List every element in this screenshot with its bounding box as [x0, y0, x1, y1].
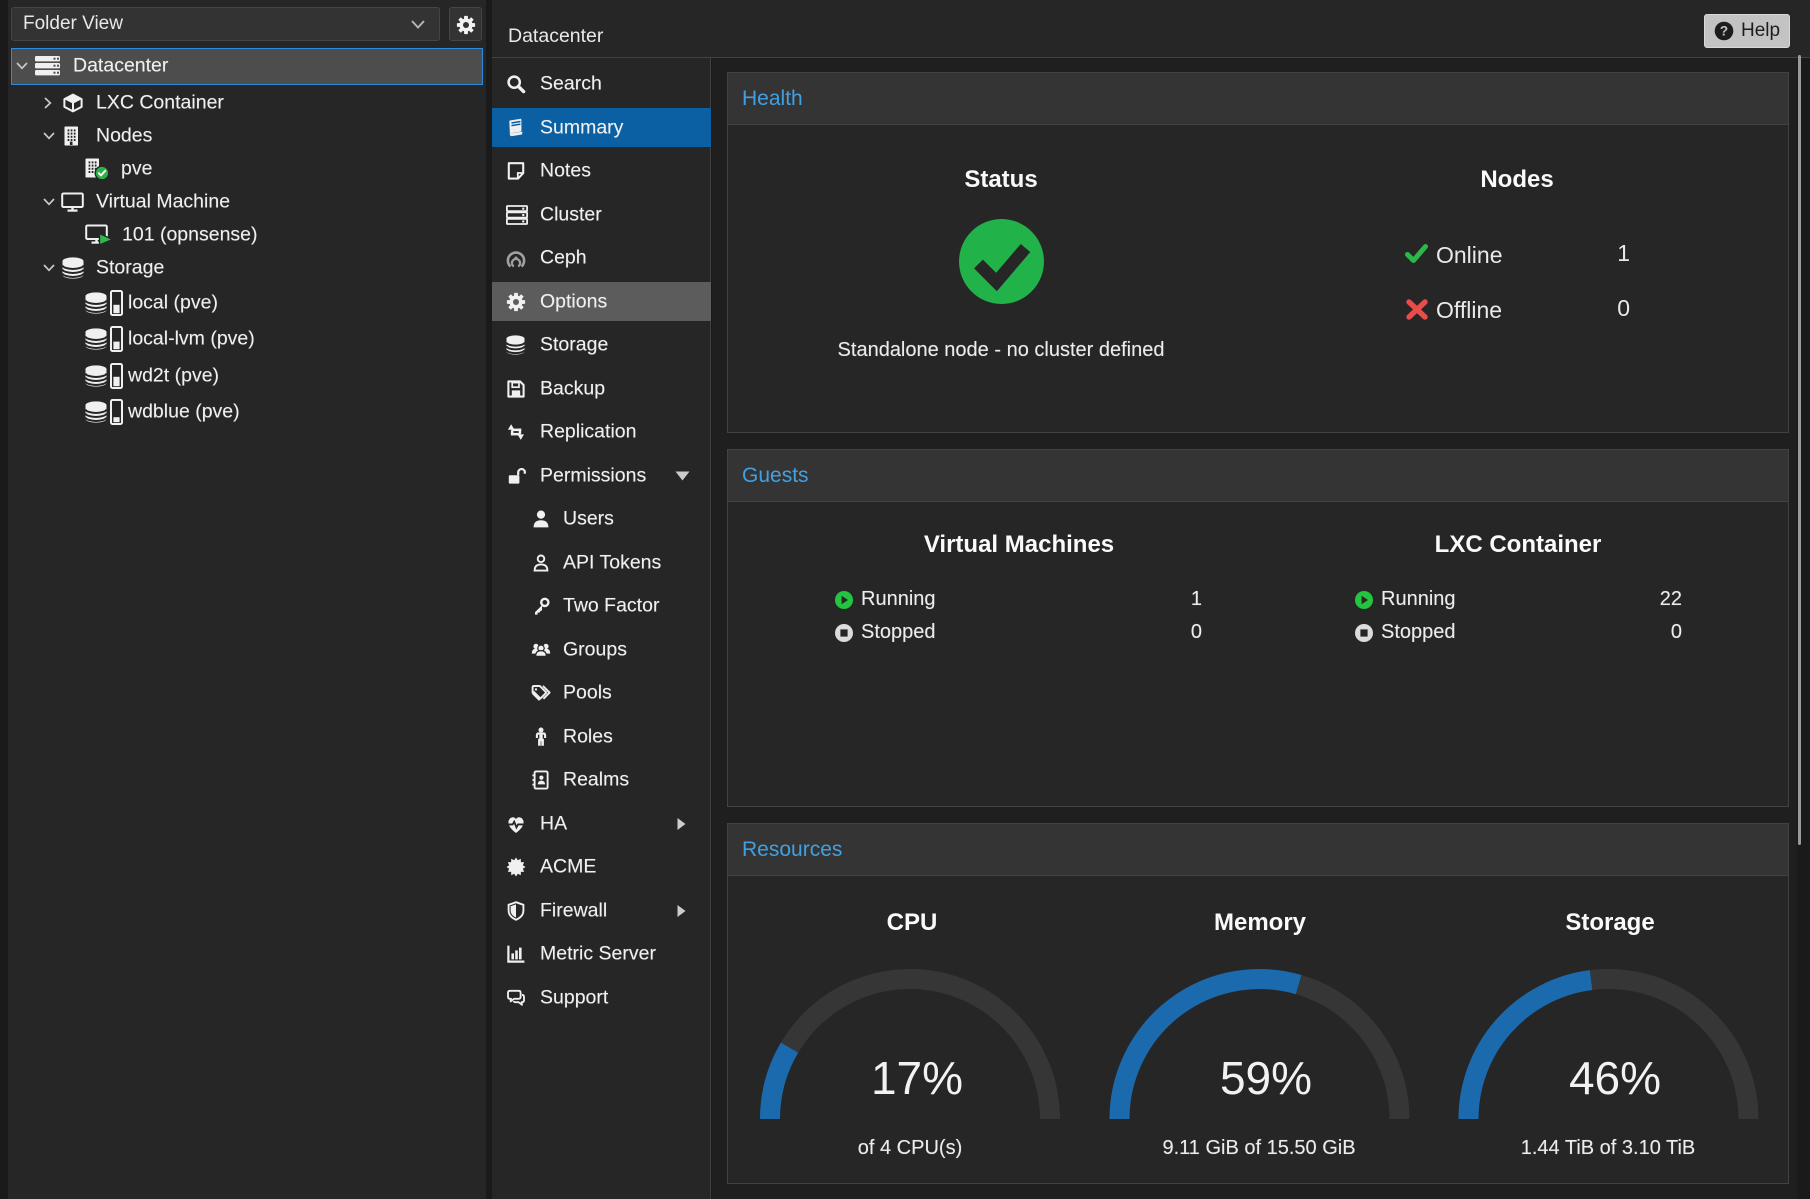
svg-text:?: ?	[1720, 24, 1728, 39]
